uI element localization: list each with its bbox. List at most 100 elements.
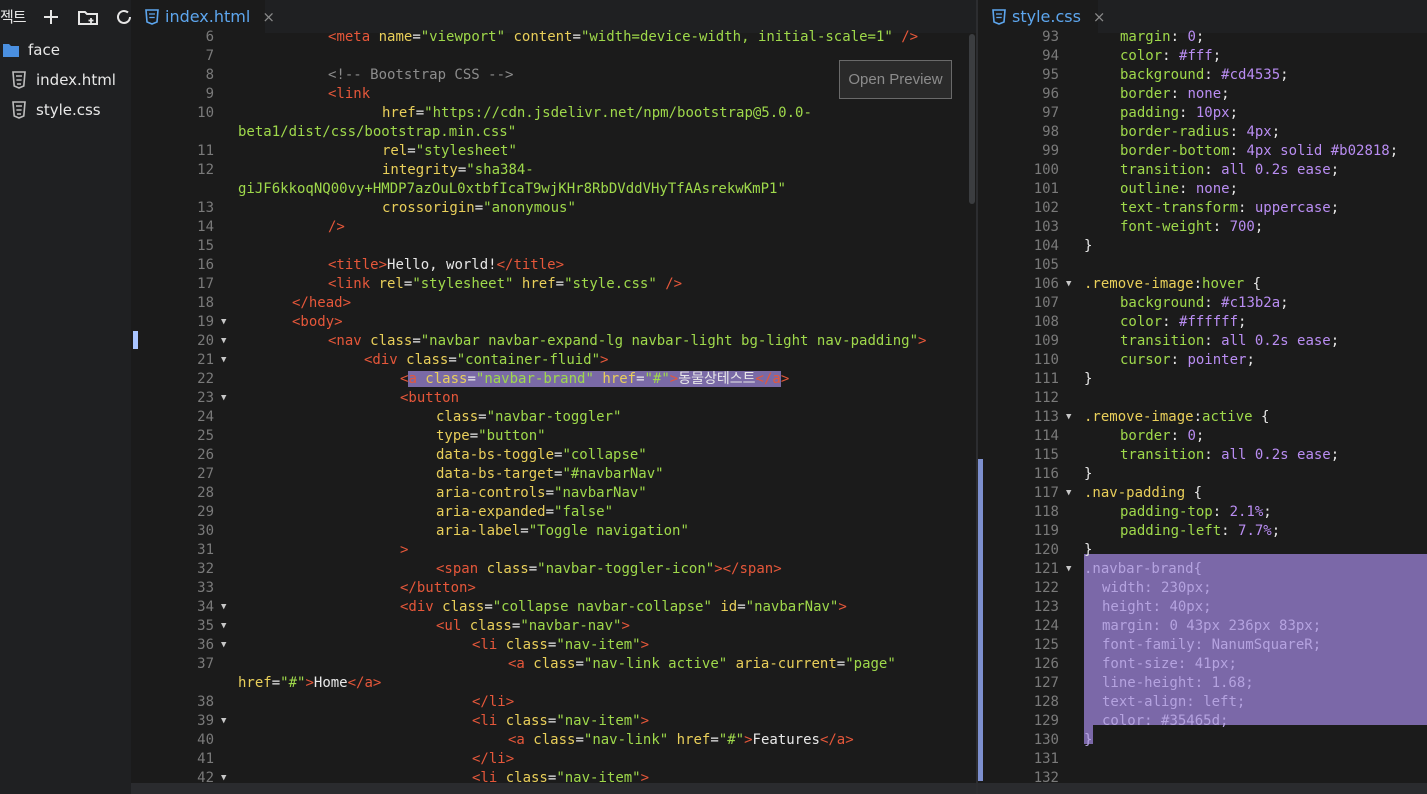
code-line[interactable]: 101 outline: none;: [978, 180, 1427, 199]
fold-chevron-icon[interactable]: ▼: [221, 332, 226, 351]
code-line[interactable]: 34 ▼ <div class="collapse navbar-collapse"…: [131, 598, 976, 617]
code-line[interactable]: 37 <a class="nav-link active" aria-curren…: [131, 655, 976, 674]
code-line[interactable]: 25 type="button": [131, 427, 976, 446]
code-line[interactable]: 18 </head>: [131, 294, 976, 313]
code-line[interactable]: beta1/dist/css/bootstrap.min.css": [131, 123, 976, 142]
code-line[interactable]: href="#">Home</a>: [131, 674, 976, 693]
code-line[interactable]: 27 data-bs-target="#navbarNav": [131, 465, 976, 484]
code-line[interactable]: 29 aria-expanded="false": [131, 503, 976, 522]
open-preview-button[interactable]: Open Preview: [839, 60, 952, 99]
fold-chevron-icon[interactable]: ▼: [221, 389, 226, 408]
fold-chevron-icon[interactable]: ▼: [221, 598, 226, 617]
code-line[interactable]: 95 background: #cd4535;: [978, 66, 1427, 85]
code-line[interactable]: 127 line-height: 1.68;: [978, 674, 1427, 693]
code-line[interactable]: 128 text-align: left;: [978, 693, 1427, 712]
code-line[interactable]: 28 aria-controls="navbarNav": [131, 484, 976, 503]
code-line[interactable]: 40 <a class="nav-link" href="#">Features<…: [131, 731, 976, 750]
fold-chevron-icon[interactable]: ▼: [1066, 484, 1071, 503]
fold-chevron-icon[interactable]: ▼: [221, 313, 226, 332]
code-line[interactable]: 39 ▼ <li class="nav-item">: [131, 712, 976, 731]
code-line[interactable]: 10 href="https://cdn.jsdelivr.net/npm/boo…: [131, 104, 976, 123]
code-text: <button: [400, 389, 459, 408]
code-line[interactable]: 33 </button>: [131, 579, 976, 598]
code-line[interactable]: 105: [978, 256, 1427, 275]
code-line[interactable]: 15: [131, 237, 976, 256]
code-line[interactable]: giJF6kkoqNQ00vy+HMDP7azOuL0xtbfIcaT9wjKH…: [131, 180, 976, 199]
code-line[interactable]: 113 ▼ .remove-image:active {: [978, 408, 1427, 427]
code-line[interactable]: 111}: [978, 370, 1427, 389]
code-line[interactable]: 32 <span class="navbar-toggler-icon"></sp…: [131, 560, 976, 579]
code-line[interactable]: 118 padding-top: 2.1%;: [978, 503, 1427, 522]
code-line[interactable]: 123 height: 40px;: [978, 598, 1427, 617]
code-line[interactable]: 23 ▼ <button: [131, 389, 976, 408]
horizontal-scrollbar[interactable]: [978, 783, 1427, 794]
close-icon[interactable]: ×: [262, 8, 275, 26]
code-line[interactable]: 98 border-radius: 4px;: [978, 123, 1427, 142]
code-line[interactable]: 106 ▼ .remove-image:hover {: [978, 275, 1427, 294]
vertical-scrollbar[interactable]: [969, 34, 975, 204]
code-line[interactable]: 20 ▼ <nav class="navbar navbar-expand-lg n…: [131, 332, 976, 351]
code-line[interactable]: 125 font-family: NanumSquareR;: [978, 636, 1427, 655]
code-line[interactable]: 131: [978, 750, 1427, 769]
code-line[interactable]: 116}: [978, 465, 1427, 484]
code-line[interactable]: 112: [978, 389, 1427, 408]
plus-icon[interactable]: [40, 6, 62, 28]
code-line[interactable]: 11 rel="stylesheet": [131, 142, 976, 161]
code-line[interactable]: 94 color: #fff;: [978, 47, 1427, 66]
horizontal-scrollbar[interactable]: [131, 783, 976, 794]
code-line[interactable]: 122 width: 230px;: [978, 579, 1427, 598]
code-line[interactable]: 19 ▼ <body>: [131, 313, 976, 332]
code-line[interactable]: 38 </li>: [131, 693, 976, 712]
code-line[interactable]: 24 class="navbar-toggler": [131, 408, 976, 427]
code-line[interactable]: 100 transition: all 0.2s ease;: [978, 161, 1427, 180]
fold-chevron-icon[interactable]: ▼: [1066, 560, 1071, 579]
code-line[interactable]: 103 font-weight: 700;: [978, 218, 1427, 237]
code-line[interactable]: 97 padding: 10px;: [978, 104, 1427, 123]
close-icon[interactable]: ×: [1093, 8, 1106, 26]
code-line[interactable]: 114 border: 0;: [978, 427, 1427, 446]
code-line[interactable]: 13 crossorigin="anonymous": [131, 199, 976, 218]
tree-item-face[interactable]: face: [2, 36, 60, 64]
code-line[interactable]: 30 aria-label="Toggle navigation": [131, 522, 976, 541]
fold-chevron-icon[interactable]: ▼: [221, 712, 226, 731]
code-line[interactable]: 109 transition: all 0.2s ease;: [978, 332, 1427, 351]
fold-chevron-icon[interactable]: ▼: [1066, 275, 1071, 294]
code-line[interactable]: 121 ▼ .navbar-brand{: [978, 560, 1427, 579]
code-line[interactable]: 117 ▼ .nav-padding {: [978, 484, 1427, 503]
code-line[interactable]: 12 integrity="sha384-: [131, 161, 976, 180]
code-line[interactable]: 102 text-transform: uppercase;: [978, 199, 1427, 218]
code-line[interactable]: 130}: [978, 731, 1427, 750]
code-line[interactable]: 35 ▼ <ul class="navbar-nav">: [131, 617, 976, 636]
code-line[interactable]: 22 <a class="navbar-brand" href="#">동물상테스…: [131, 370, 976, 389]
code-line[interactable]: 108 color: #ffffff;: [978, 313, 1427, 332]
fold-chevron-icon[interactable]: ▼: [221, 351, 226, 370]
code-line[interactable]: 14 />: [131, 218, 976, 237]
code-line[interactable]: 107 background: #c13b2a;: [978, 294, 1427, 313]
code-line[interactable]: 6 <meta name="viewport" content="width=de…: [131, 28, 976, 47]
code-line[interactable]: 110 cursor: pointer;: [978, 351, 1427, 370]
code-line[interactable]: 104}: [978, 237, 1427, 256]
code-line[interactable]: 41 </li>: [131, 750, 976, 769]
code-line[interactable]: 129 color: #35465d;: [978, 712, 1427, 731]
code-line[interactable]: 36 ▼ <li class="nav-item">: [131, 636, 976, 655]
code-line[interactable]: 26 data-bs-toggle="collapse": [131, 446, 976, 465]
code-line[interactable]: 21 ▼ <div class="container-fluid">: [131, 351, 976, 370]
code-line[interactable]: 31 >: [131, 541, 976, 560]
code-line[interactable]: 99 border-bottom: 4px solid #b02818;: [978, 142, 1427, 161]
fold-chevron-icon[interactable]: ▼: [1066, 408, 1071, 427]
code-line[interactable]: 17 <link rel="stylesheet" href="style.css…: [131, 275, 976, 294]
new-folder-icon[interactable]: [77, 6, 99, 28]
tree-item-index-html[interactable]: index.html: [10, 66, 116, 94]
fold-chevron-icon[interactable]: ▼: [221, 636, 226, 655]
code-line[interactable]: 124 margin: 0 43px 236px 83px;: [978, 617, 1427, 636]
code-line[interactable]: 115 transition: all 0.2s ease;: [978, 446, 1427, 465]
tree-item-style-css[interactable]: style.css: [10, 96, 101, 124]
code-line[interactable]: 16 <title>Hello, world!</title>: [131, 256, 976, 275]
code-token: width: [1102, 580, 1145, 596]
code-line[interactable]: 126 font-size: 41px;: [978, 655, 1427, 674]
code-line[interactable]: 120}: [978, 541, 1427, 560]
code-line[interactable]: 119 padding-left: 7.7%;: [978, 522, 1427, 541]
code-line[interactable]: 93 margin: 0;: [978, 28, 1427, 47]
fold-chevron-icon[interactable]: ▼: [221, 617, 226, 636]
code-line[interactable]: 96 border: none;: [978, 85, 1427, 104]
